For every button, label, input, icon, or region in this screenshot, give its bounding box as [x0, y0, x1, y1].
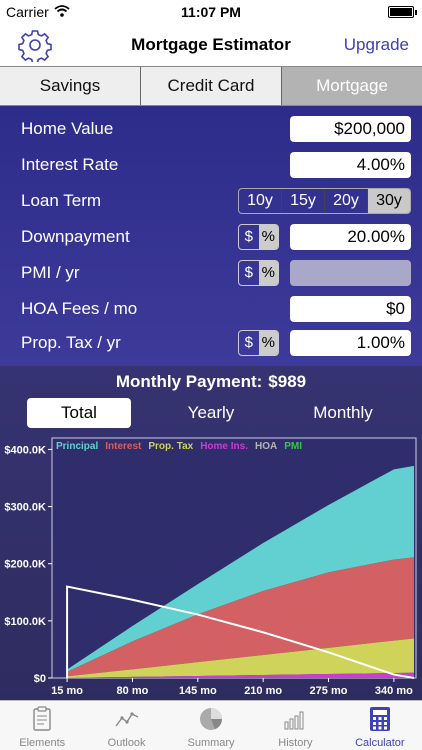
- tab-calculator-label: Calculator: [355, 737, 405, 749]
- chart-tab-monthly[interactable]: Monthly: [291, 398, 395, 428]
- calculator-icon: [367, 706, 393, 732]
- row-home-value: Home Value $200,000: [0, 114, 422, 144]
- y-tick-label: $200.0K: [4, 559, 46, 571]
- tab-elements[interactable]: Elements: [0, 701, 84, 750]
- legend-hoa: HOA: [255, 441, 277, 452]
- tab-outlook-label: Outlook: [107, 737, 146, 749]
- loan-term-option-30y[interactable]: 30y: [368, 189, 410, 213]
- prop-tax-label: Prop. Tax / yr: [21, 333, 121, 352]
- pmi-unit-toggle: $ %: [238, 260, 279, 286]
- tab-history[interactable]: History: [253, 701, 337, 750]
- pmi-dollar-option[interactable]: $: [239, 261, 259, 285]
- amortization-chart: $0 $100.0K $200.0K $300.0K $400.0K 15 mo 80 mo…: [4, 437, 417, 697]
- tab-history-label: History: [278, 737, 313, 749]
- loan-term-option-15y[interactable]: 15y: [282, 189, 325, 213]
- loan-term-selector: 10y 15y 20y 30y: [238, 188, 411, 214]
- segment-savings[interactable]: Savings: [0, 67, 141, 105]
- monthly-payment-label: Monthly Payment:: [115, 372, 263, 391]
- loan-term-label: Loan Term: [21, 191, 102, 210]
- hoa-label: HOA Fees / mo: [21, 299, 138, 318]
- loan-term-option-10y[interactable]: 10y: [239, 189, 282, 213]
- line-chart-icon: [114, 706, 140, 732]
- segment-mortgage[interactable]: Mortgage: [282, 67, 422, 105]
- summary-panel: Monthly Payment: $989 Total Yearly Monthl…: [0, 366, 422, 700]
- pie-chart-icon: [198, 706, 224, 732]
- row-loan-term: Loan Term 10y 15y 20y 30y: [0, 186, 422, 216]
- legend-home-ins: Home Ins.: [200, 441, 248, 452]
- downpayment-field[interactable]: 20.00%: [290, 224, 411, 250]
- prop-tax-field[interactable]: 1.00%: [290, 330, 411, 356]
- bar-chart-icon: [282, 706, 308, 732]
- monthly-payment: Monthly Payment: $989: [0, 372, 422, 392]
- legend-prop-tax: Prop. Tax: [148, 441, 193, 452]
- chart-tab-total[interactable]: Total: [27, 398, 131, 428]
- legend-pmi: PMI: [284, 441, 302, 452]
- interest-rate-field[interactable]: 4.00%: [290, 152, 411, 178]
- prop-tax-percent-option[interactable]: %: [258, 331, 278, 355]
- downpayment-unit-toggle: $ %: [238, 224, 279, 250]
- prop-tax-dollar-option[interactable]: $: [239, 331, 259, 355]
- tab-calculator[interactable]: Calculator: [338, 701, 422, 750]
- loan-term-option-20y[interactable]: 20y: [325, 189, 368, 213]
- x-tick-label: 275 mo: [310, 685, 348, 697]
- nav-bar: Mortgage Estimator Upgrade: [0, 24, 422, 66]
- chart-tab-yearly[interactable]: Yearly: [159, 398, 263, 428]
- downpayment-percent-option[interactable]: %: [258, 225, 278, 249]
- tab-outlook[interactable]: Outlook: [84, 701, 168, 750]
- status-bar: Carrier 11:07 PM: [0, 0, 422, 24]
- clipboard-icon: [29, 706, 55, 732]
- downpayment-dollar-option[interactable]: $: [239, 225, 259, 249]
- row-prop-tax: Prop. Tax / yr $ % 1.00%: [0, 328, 422, 358]
- x-tick-label: 340 mo: [375, 685, 413, 697]
- clock: 11:07 PM: [181, 4, 241, 20]
- row-pmi: PMI / yr $ %: [0, 258, 422, 288]
- x-tick-label: 15 mo: [51, 685, 83, 697]
- row-interest-rate: Interest Rate 4.00%: [0, 150, 422, 180]
- pmi-label: PMI / yr: [21, 263, 80, 282]
- tab-summary-label: Summary: [187, 737, 235, 749]
- mortgage-form: Home Value $200,000 Interest Rate 4.00% …: [0, 106, 422, 366]
- home-value-field[interactable]: $200,000: [290, 116, 411, 142]
- y-tick-label: $0: [34, 673, 46, 685]
- hoa-field[interactable]: $0: [290, 296, 411, 322]
- pmi-percent-option[interactable]: %: [258, 261, 278, 285]
- monthly-payment-value: $989: [268, 372, 307, 391]
- home-value-label: Home Value: [21, 119, 114, 138]
- x-tick-label: 80 mo: [117, 685, 149, 697]
- row-hoa: HOA Fees / mo $0: [0, 294, 422, 324]
- x-tick-label: 210 mo: [244, 685, 282, 697]
- calculator-type-segments: Savings Credit Card Mortgage: [0, 66, 422, 106]
- chart-range-tabs: Total Yearly Monthly: [27, 398, 407, 428]
- y-tick-label: $100.0K: [4, 616, 46, 628]
- tab-elements-label: Elements: [19, 737, 66, 749]
- x-tick-label: 145 mo: [179, 685, 217, 697]
- tab-bar: Elements Outlook Summary History Calcula…: [0, 700, 422, 750]
- upgrade-button[interactable]: Upgrade: [344, 35, 409, 55]
- segment-credit-card[interactable]: Credit Card: [141, 67, 282, 105]
- y-tick-label: $400.0K: [4, 444, 46, 456]
- downpayment-label: Downpayment: [21, 227, 130, 246]
- tab-summary[interactable]: Summary: [169, 701, 253, 750]
- legend-interest: Interest: [105, 441, 142, 452]
- row-downpayment: Downpayment $ % 20.00%: [0, 222, 422, 252]
- pmi-field: [290, 260, 411, 286]
- prop-tax-unit-toggle: $ %: [238, 330, 279, 356]
- legend-principal: Principal: [56, 441, 98, 452]
- y-tick-label: $300.0K: [4, 502, 46, 514]
- interest-rate-label: Interest Rate: [21, 155, 119, 174]
- battery-icon: [388, 6, 417, 18]
